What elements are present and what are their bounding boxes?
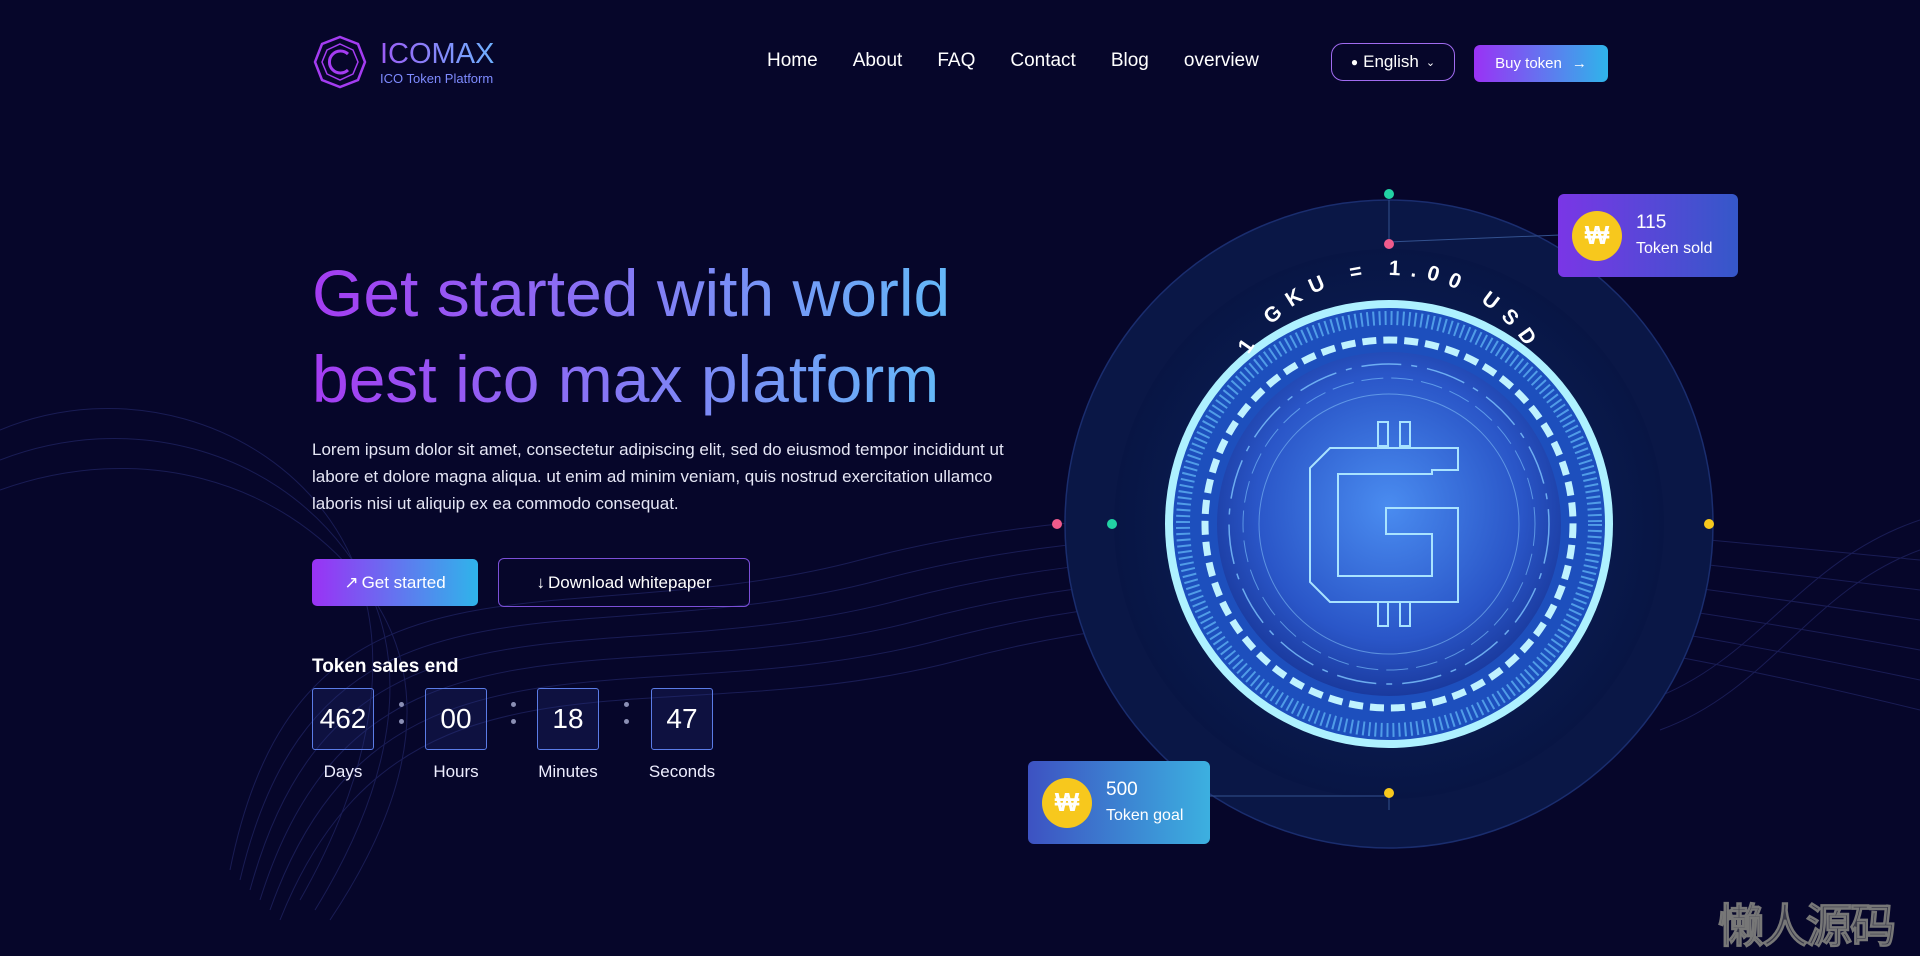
- download-whitepaper-label: Download whitepaper: [548, 572, 712, 592]
- won-coin-icon: ₩: [1572, 210, 1622, 261]
- nav-blog[interactable]: Blog: [1111, 50, 1149, 72]
- brand-logo[interactable]: ICOMAX ICO Token Platform: [312, 34, 494, 90]
- language-label: English: [1363, 52, 1419, 71]
- globe-icon: ●: [1350, 55, 1359, 69]
- nav-faq[interactable]: FAQ: [937, 50, 975, 72]
- orbit-dot: [1704, 519, 1714, 529]
- countdown-days-label: Days: [323, 762, 363, 781]
- countdown-minutes: 18: [537, 688, 599, 750]
- arrow-up-right-icon: ↗: [344, 572, 359, 592]
- nav-overview[interactable]: overview: [1184, 50, 1259, 72]
- orbit-dot: [1384, 788, 1394, 798]
- buy-token-button[interactable]: Buy token →: [1474, 45, 1608, 82]
- logo-icon: [313, 35, 367, 89]
- nav-contact[interactable]: Contact: [1010, 50, 1075, 72]
- download-whitepaper-button[interactable]: ↓ Download whitepaper: [498, 558, 750, 607]
- buy-token-label: Buy token: [1495, 55, 1562, 72]
- token-sales-title: Token sales end: [312, 656, 459, 677]
- orbit-dot: [1384, 239, 1394, 249]
- token-goal-value: 500: [1106, 778, 1138, 800]
- hero-description: Lorem ipsum dolor sit amet, consectetur …: [312, 440, 1004, 513]
- countdown-separator: [399, 702, 405, 736]
- won-coin-icon: ₩: [1042, 777, 1092, 828]
- countdown-seconds: 47: [651, 688, 713, 750]
- token-sold-label: Token sold: [1636, 239, 1713, 257]
- token-sold-value: 115: [1636, 211, 1667, 233]
- token-goal-label: Token goal: [1106, 806, 1184, 824]
- get-started-label: Get started: [361, 572, 446, 592]
- nav-about[interactable]: About: [853, 50, 903, 72]
- countdown-hours: 00: [425, 688, 487, 750]
- countdown-hours-label: Hours: [433, 762, 479, 781]
- orbit-dot: [1052, 519, 1062, 529]
- main-nav: Home About FAQ Contact Blog overview: [767, 50, 1294, 72]
- countdown-days: 462: [312, 688, 374, 750]
- download-icon: ↓: [536, 572, 546, 592]
- get-started-button[interactable]: ↗ Get started: [312, 559, 478, 606]
- orbit-dot: [1107, 519, 1117, 529]
- countdown-seconds-label: Seconds: [648, 762, 716, 781]
- countdown-separator: [511, 702, 517, 736]
- brand-name: ICOMAX: [380, 37, 495, 70]
- arrow-right-icon: →: [1571, 55, 1587, 72]
- hero-headline: Get started with world best ico max plat…: [312, 250, 1032, 422]
- countdown-separator: [624, 702, 630, 736]
- watermark: 懒人源码: [1718, 899, 1897, 954]
- headline-line-1: Get started with world: [312, 256, 951, 330]
- countdown-minutes-label: Minutes: [538, 762, 598, 781]
- headline-line-2: best ico max platform: [312, 342, 940, 416]
- nav-home[interactable]: Home: [767, 50, 818, 72]
- chevron-down-icon: ⌄: [1425, 56, 1436, 69]
- token-goal-card: ₩ 500 Token goal: [1028, 761, 1210, 844]
- brand-tagline: ICO Token Platform: [380, 70, 494, 86]
- token-sold-card: ₩ 115 Token sold: [1558, 194, 1738, 277]
- language-select[interactable]: ● English ⌄: [1331, 43, 1455, 81]
- orbit-dot: [1384, 189, 1394, 199]
